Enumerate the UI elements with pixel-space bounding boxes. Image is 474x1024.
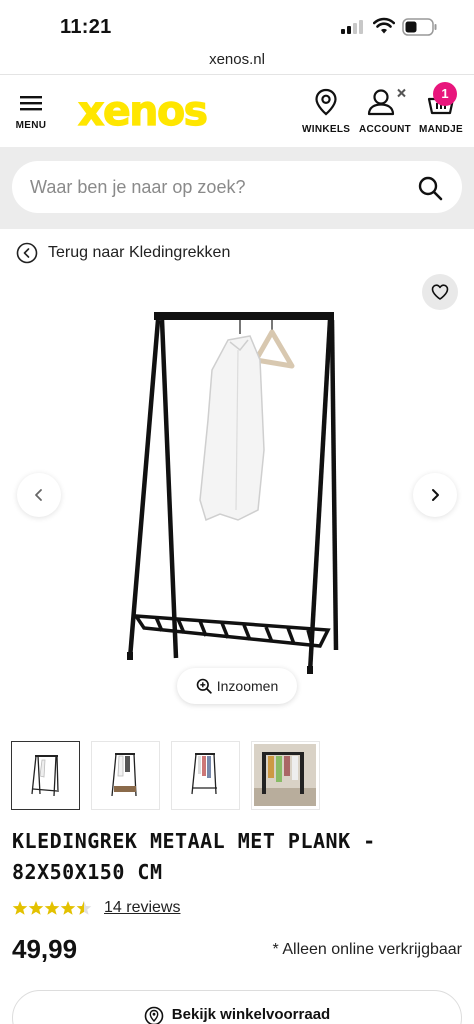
site-header: MENU xenos WINKELS ACCOUNT MANDJE: [0, 75, 474, 147]
star-icon: [60, 901, 76, 915]
wifi-icon: [372, 17, 396, 40]
cellular-signal-icon: [341, 20, 365, 39]
check-store-stock-label: Bekijk winkelvoorraad: [171, 1006, 331, 1023]
product-rating: 14 reviews: [12, 897, 180, 919]
heart-icon: [431, 284, 449, 300]
account-user-icon: [367, 88, 406, 116]
check-store-stock-button[interactable]: Bekijk winkelvoorraad: [12, 990, 462, 1024]
status-time: 11:21: [60, 16, 112, 38]
thumbnail-1[interactable]: [11, 741, 80, 810]
star-rating: [12, 900, 92, 916]
location-pin-icon: [315, 88, 337, 116]
reviews-link[interactable]: 14 reviews: [104, 899, 180, 917]
xenos-logo[interactable]: xenos: [77, 86, 208, 135]
search-input[interactable]: [30, 161, 410, 213]
availability-note: * Alleen online verkrijgbaar: [272, 941, 462, 958]
cart-count-badge: 1: [433, 82, 457, 106]
chevron-left-icon: [35, 489, 42, 501]
battery-icon: [402, 18, 438, 41]
location-pin-icon: [144, 1006, 164, 1024]
account-button[interactable]: ACCOUNT: [358, 88, 412, 135]
product-image: [127, 312, 339, 674]
address-bar[interactable]: xenos.nl: [0, 46, 474, 74]
chevron-left-circle-icon: [16, 242, 38, 264]
chevron-right-icon: [432, 489, 439, 501]
back-link[interactable]: Terug naar Kledingrekken: [16, 240, 230, 266]
search-icon[interactable]: [417, 175, 443, 206]
thumbnail-2[interactable]: [91, 741, 160, 810]
carousel-prev-button[interactable]: [17, 473, 61, 517]
search-section: [0, 147, 474, 229]
thumbnail-strip: [11, 741, 471, 811]
back-link-label: Terug naar Kledingrekken: [48, 244, 231, 261]
product-title: KLEDINGREK METAAL MET PLANK - 82X50X150 …: [12, 829, 376, 884]
star-icon: [12, 901, 28, 915]
account-label: ACCOUNT: [358, 124, 412, 135]
zoom-in-icon: [196, 678, 212, 694]
star-icon: [28, 901, 44, 915]
menu-label: MENU: [15, 120, 47, 131]
search-bar: [12, 161, 462, 213]
carousel-next-button[interactable]: [413, 473, 457, 517]
zoom-button[interactable]: Inzoomen: [177, 668, 297, 704]
hamburger-icon: [20, 96, 42, 111]
star-half-icon: [76, 901, 92, 915]
zoom-label: Inzoomen: [216, 678, 279, 694]
stores-label: WINKELS: [302, 124, 351, 135]
menu-button[interactable]: MENU: [12, 93, 50, 133]
thumbnail-3[interactable]: [171, 741, 240, 810]
cart-label: MANDJE: [418, 124, 464, 135]
status-bar: 11:21: [0, 0, 474, 46]
wishlist-button[interactable]: [422, 274, 458, 310]
product-price: 49,99: [12, 934, 78, 964]
stores-button[interactable]: WINKELS: [302, 88, 350, 135]
star-icon: [44, 901, 60, 915]
thumbnail-4[interactable]: [251, 741, 320, 810]
